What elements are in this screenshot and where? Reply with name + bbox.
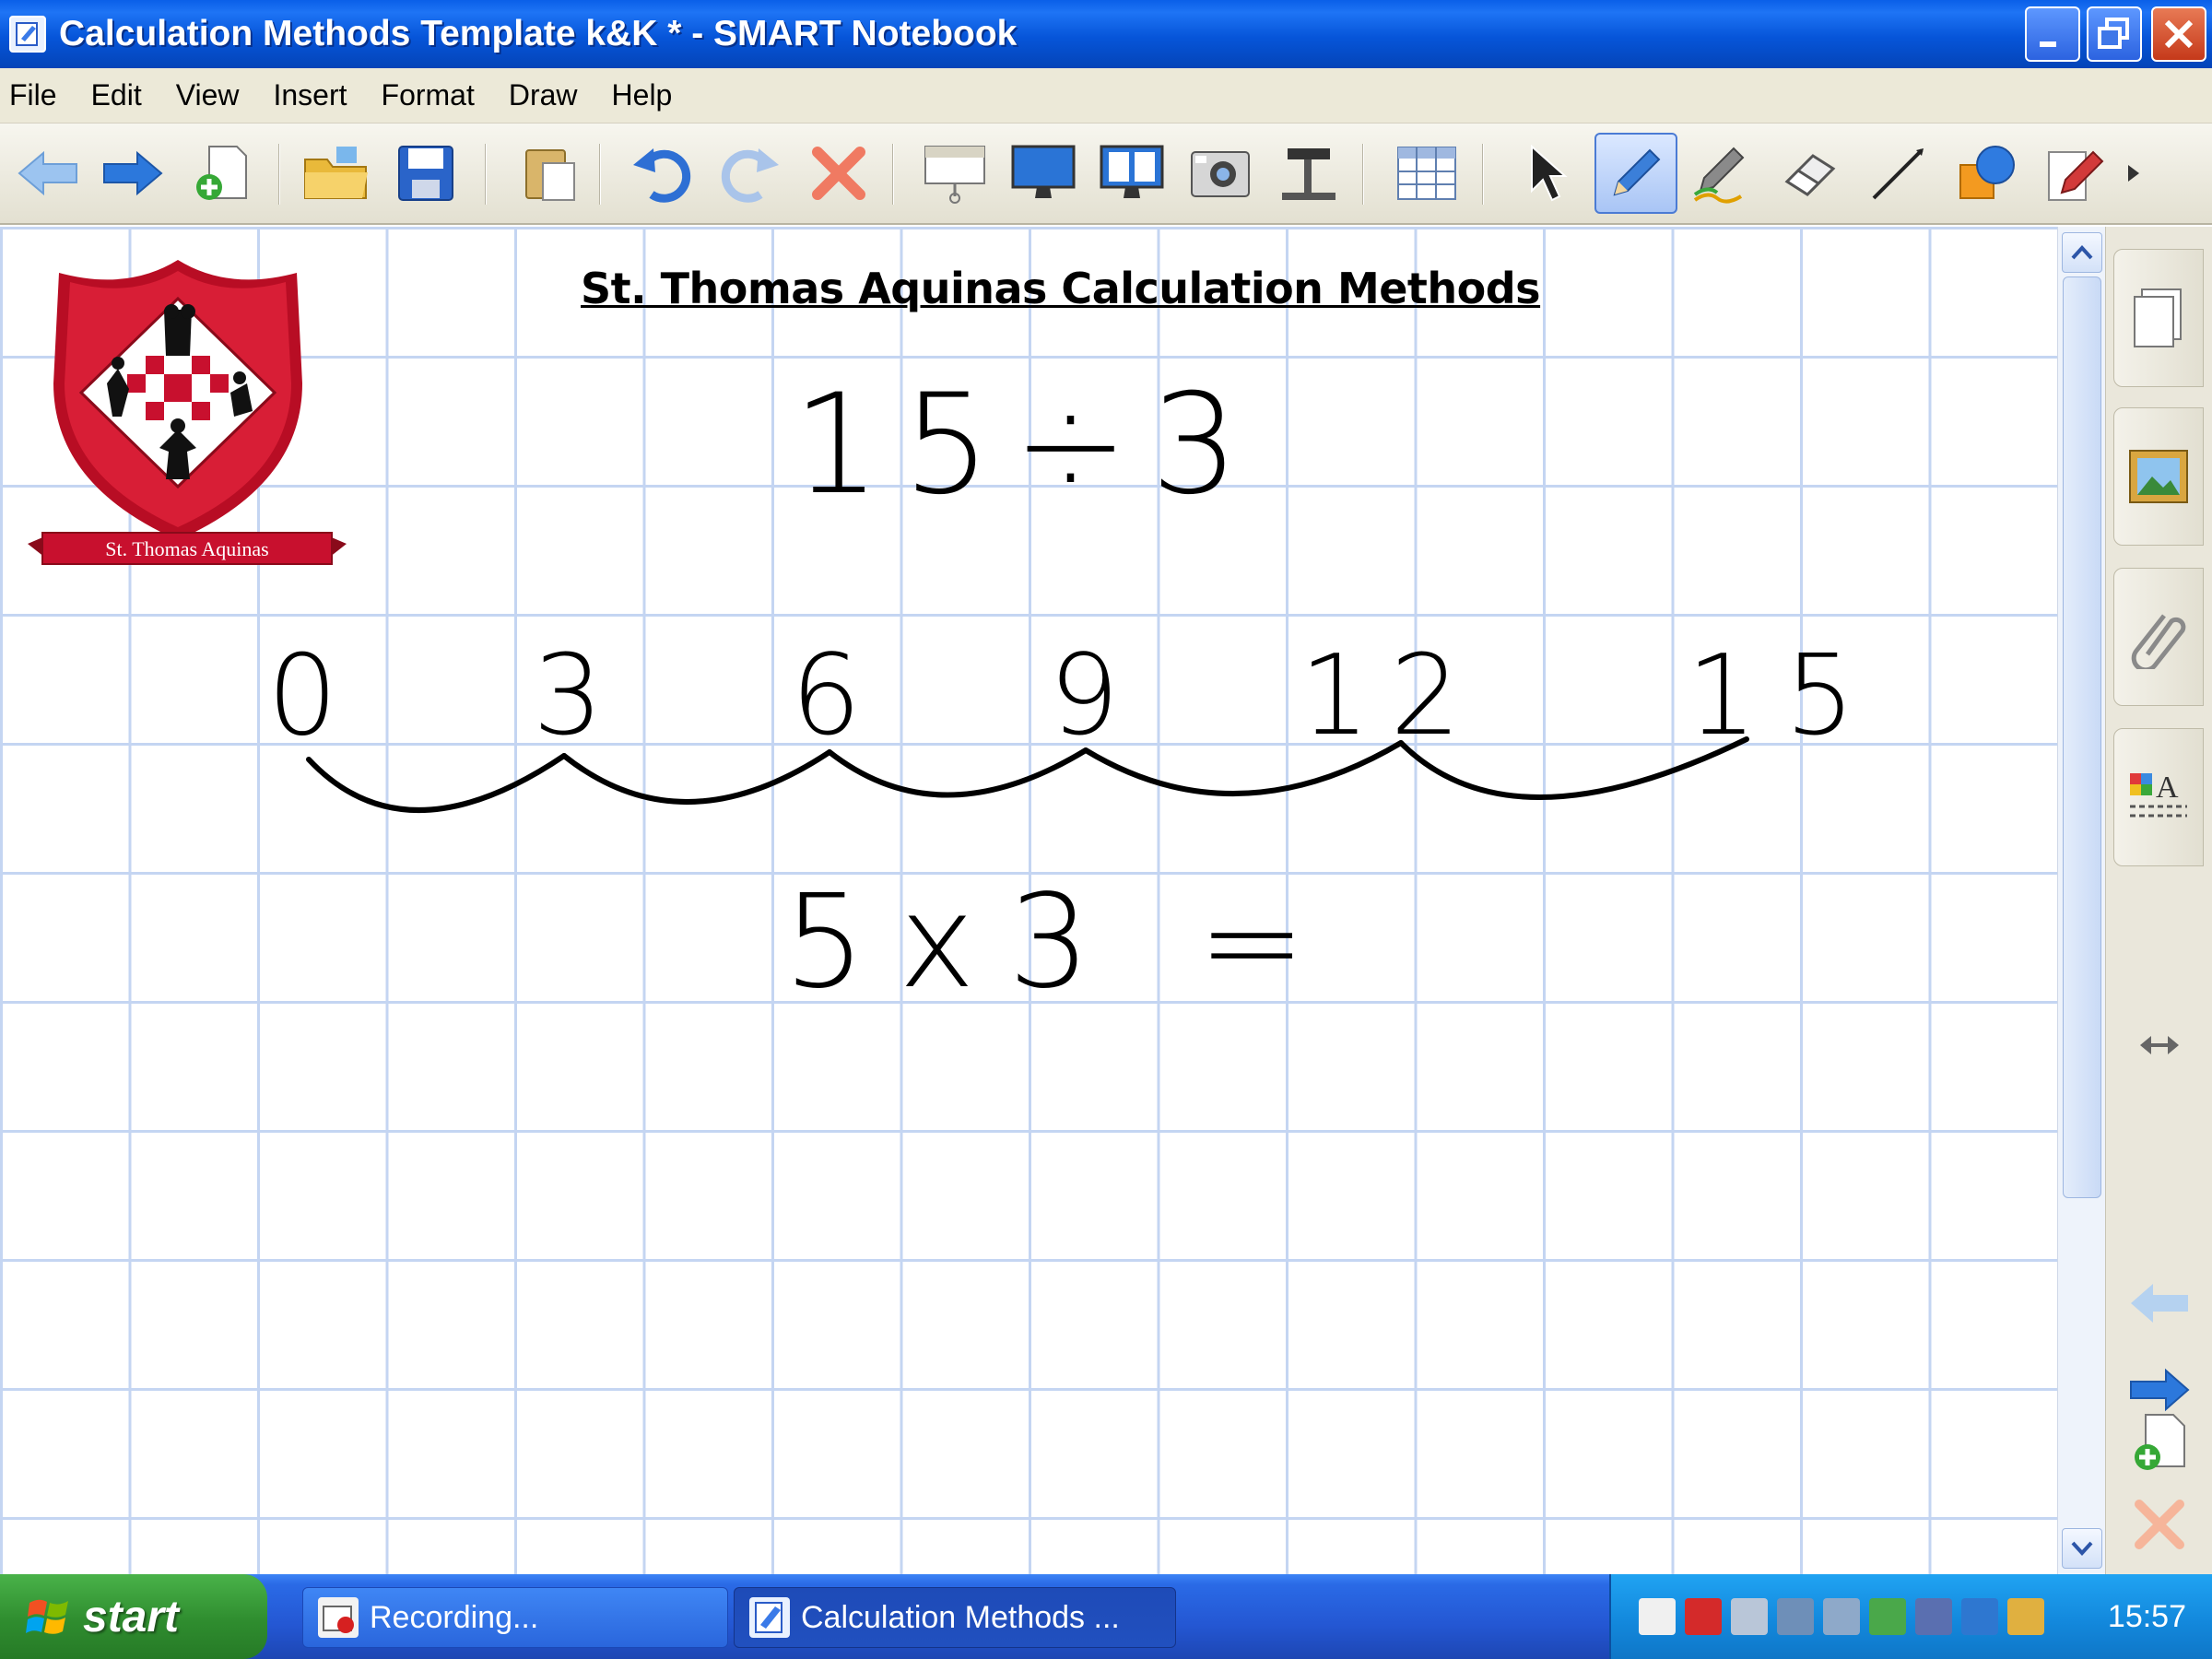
close-button[interactable] — [2151, 6, 2206, 62]
delete-icon[interactable] — [802, 136, 876, 210]
recorder-icon — [318, 1597, 359, 1638]
select-icon[interactable] — [1508, 136, 1582, 210]
multiplication-equation: 5x3 = — [783, 867, 1339, 1018]
svg-text:A: A — [2156, 771, 2179, 805]
add-page-icon[interactable] — [2124, 1408, 2194, 1478]
more-icon[interactable] — [2120, 136, 2147, 210]
delete-page-icon[interactable] — [2124, 1489, 2194, 1559]
previous-page-icon[interactable] — [2124, 1268, 2194, 1338]
forward-arrow-icon[interactable] — [96, 136, 170, 210]
bookshelf-tray-icon[interactable] — [1915, 1598, 1952, 1635]
properties-icon[interactable]: A — [2113, 728, 2204, 866]
scroll-up-button[interactable] — [2062, 232, 2102, 273]
taskbar: start Recording... Calculation Methods .… — [0, 1574, 2212, 1659]
page-sorter-icon[interactable] — [2113, 249, 2204, 387]
full-screen-icon[interactable] — [1006, 136, 1080, 210]
eraser-icon[interactable] — [1773, 136, 1847, 210]
smart-notebook-icon — [749, 1597, 790, 1638]
menu-help[interactable]: Help — [612, 78, 673, 112]
toolbar-separator — [892, 144, 894, 205]
menu-file[interactable]: File — [9, 78, 57, 112]
undo-icon[interactable] — [625, 136, 699, 210]
attachments-icon[interactable] — [2113, 568, 2204, 706]
scroll-down-button[interactable] — [2062, 1528, 2102, 1569]
settings-tray-icon[interactable] — [1823, 1598, 1860, 1635]
recorder-tray-icon[interactable] — [1639, 1598, 1676, 1635]
menu-bar: File Edit View Insert Format Draw Help — [0, 68, 2212, 124]
toolbar-separator — [1482, 144, 1484, 205]
side-tab-panel: A — [2105, 227, 2212, 1574]
shapes-icon[interactable] — [1950, 136, 2024, 210]
toolbar-separator — [278, 144, 280, 205]
table-icon[interactable] — [1390, 136, 1464, 210]
notebook-page[interactable]: St. Thomas Aquinas St. Thomas Aquinas Ca… — [0, 227, 2057, 1574]
clock: 15:57 — [2107, 1598, 2186, 1634]
toolbar-separator — [599, 144, 601, 205]
display-tray-icon[interactable] — [1961, 1598, 1998, 1635]
toolbar-separator — [1362, 144, 1364, 205]
creative-pen-icon[interactable] — [1685, 136, 1759, 210]
resize-arrow-icon[interactable] — [2124, 1010, 2194, 1080]
open-folder-icon[interactable] — [300, 136, 373, 210]
document-camera-icon[interactable] — [1272, 136, 1346, 210]
title-bar: Calculation Methods Template k&K * - SMA… — [0, 0, 2212, 68]
minimize-button[interactable] — [2025, 6, 2080, 62]
dual-page-icon[interactable] — [1095, 136, 1169, 210]
toolbar-separator — [485, 144, 487, 205]
start-button[interactable]: start — [0, 1574, 267, 1659]
restore-button[interactable] — [2087, 6, 2142, 62]
system-tray: 15:57 — [1609, 1574, 2212, 1659]
save-icon[interactable] — [389, 136, 463, 210]
magic-pen-icon[interactable] — [2039, 136, 2112, 210]
redo-icon[interactable] — [713, 136, 787, 210]
vertical-scrollbar[interactable] — [2057, 227, 2105, 1574]
gallery-icon[interactable] — [2113, 407, 2204, 546]
smart-notebook-app-icon[interactable] — [9, 16, 46, 53]
taskbar-item-label: Recording... — [370, 1599, 539, 1635]
network-tray-icon[interactable] — [1777, 1598, 1814, 1635]
menu-view[interactable]: View — [176, 78, 240, 112]
line-icon[interactable] — [1862, 136, 1936, 210]
menu-edit[interactable]: Edit — [91, 78, 142, 112]
menu-insert[interactable]: Insert — [273, 78, 347, 112]
update-tray-icon[interactable] — [1869, 1598, 1906, 1635]
link-tray-icon[interactable] — [1731, 1598, 1768, 1635]
window-title: Calculation Methods Template k&K * - SMA… — [59, 14, 1018, 53]
user-tray-icon[interactable] — [2007, 1598, 2044, 1635]
screen-capture-icon[interactable] — [1183, 136, 1257, 210]
taskbar-item-recording[interactable]: Recording... — [302, 1587, 728, 1648]
screen-shade-icon[interactable] — [918, 136, 992, 210]
menu-format[interactable]: Format — [382, 78, 475, 112]
paste-icon[interactable] — [512, 136, 586, 210]
taskbar-item-label: Calculation Methods ... — [801, 1599, 1120, 1635]
add-page-icon[interactable] — [184, 136, 258, 210]
scroll-thumb[interactable] — [2063, 276, 2101, 1198]
pen-icon[interactable] — [1594, 133, 1677, 214]
toolbar — [0, 124, 2212, 225]
windows-logo-icon — [26, 1599, 68, 1634]
back-arrow-icon[interactable] — [11, 136, 85, 210]
start-label: start — [83, 1592, 180, 1641]
menu-draw[interactable]: Draw — [509, 78, 578, 112]
acrobat-tray-icon[interactable] — [1685, 1598, 1722, 1635]
taskbar-item-calculation-methods[interactable]: Calculation Methods ... — [734, 1587, 1176, 1648]
